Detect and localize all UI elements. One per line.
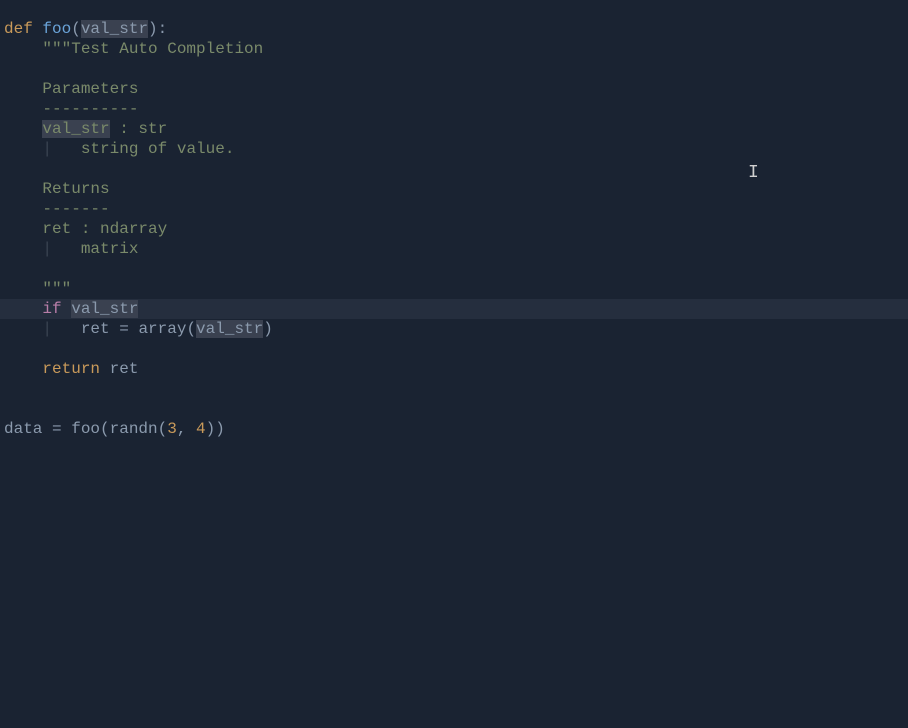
code-text: ret = array(: [81, 320, 196, 338]
paren-close: )): [206, 420, 225, 438]
indent: [4, 40, 42, 58]
docstring-text: ret : ndarray: [42, 220, 167, 238]
docstring-text: Parameters: [42, 80, 138, 98]
function-name: foo: [42, 20, 71, 38]
indent: [4, 240, 42, 258]
code-line[interactable]: [4, 59, 908, 79]
indent: [4, 140, 42, 158]
code-line[interactable]: | ret = array(val_str): [4, 319, 908, 339]
code-line[interactable]: [4, 159, 908, 179]
keyword-if: if: [42, 300, 71, 318]
indent: [4, 320, 42, 338]
code-line[interactable]: ret : ndarray: [4, 219, 908, 239]
docstring-text: string of value.: [81, 140, 235, 158]
code-line[interactable]: | string of value.: [4, 139, 908, 159]
code-line[interactable]: -------: [4, 199, 908, 219]
code-line[interactable]: data = foo(randn(3, 4)): [4, 419, 908, 439]
param-highlight: val_str: [196, 320, 263, 338]
code-line[interactable]: Parameters: [4, 79, 908, 99]
param-highlight: val_str: [81, 20, 148, 38]
docstring-text: ----------: [42, 100, 138, 118]
param-highlight: val_str: [42, 120, 109, 138]
code-line[interactable]: | matrix: [4, 239, 908, 259]
code-line[interactable]: [4, 399, 908, 419]
code-line[interactable]: return ret: [4, 359, 908, 379]
code-line[interactable]: [4, 259, 908, 279]
indent: [4, 200, 42, 218]
indent: [4, 300, 42, 318]
docstring-text: matrix: [81, 240, 139, 258]
paren-open: (: [71, 20, 81, 38]
indent: [4, 100, 42, 118]
indent: [4, 80, 42, 98]
number-literal: 4: [196, 420, 206, 438]
indent: [4, 360, 42, 378]
docstring-text: Returns: [42, 180, 109, 198]
pad: [52, 140, 81, 158]
indent: [4, 120, 42, 138]
indent: [4, 280, 42, 298]
code-line[interactable]: def foo(val_str):: [4, 19, 908, 39]
indent: [4, 180, 42, 198]
pad: [52, 240, 81, 258]
editor-container: def foo(val_str): """Test Auto Completio…: [0, 0, 908, 728]
code-line[interactable]: """Test Auto Completion: [4, 39, 908, 59]
indent-guide: |: [42, 140, 52, 158]
docstring-text: : str: [110, 120, 168, 138]
keyword-return: return: [42, 360, 109, 378]
param-highlight: val_str: [71, 300, 138, 318]
code-line[interactable]: [4, 339, 908, 359]
variable: ret: [110, 360, 139, 378]
indent-guide: |: [42, 320, 52, 338]
paren-close: ): [263, 320, 273, 338]
comma: ,: [177, 420, 196, 438]
code-editor[interactable]: def foo(val_str): """Test Auto Completio…: [0, 0, 908, 728]
code-line[interactable]: val_str : str: [4, 119, 908, 139]
pad: [52, 320, 81, 338]
code-text: data = foo(randn(: [4, 420, 167, 438]
indent: [4, 220, 42, 238]
docstring-text: """Test Auto Completion: [42, 40, 263, 58]
paren-close: ):: [148, 20, 167, 38]
docstring-text: """: [42, 280, 71, 298]
docstring-text: -------: [42, 200, 109, 218]
keyword-def: def: [4, 20, 42, 38]
code-line[interactable]: """: [4, 279, 908, 299]
code-line[interactable]: [4, 379, 908, 399]
code-line[interactable]: ----------: [4, 99, 908, 119]
number-literal: 3: [167, 420, 177, 438]
code-line-current[interactable]: if val_str: [0, 299, 908, 319]
code-line[interactable]: Returns: [4, 179, 908, 199]
indent-guide: |: [42, 240, 52, 258]
